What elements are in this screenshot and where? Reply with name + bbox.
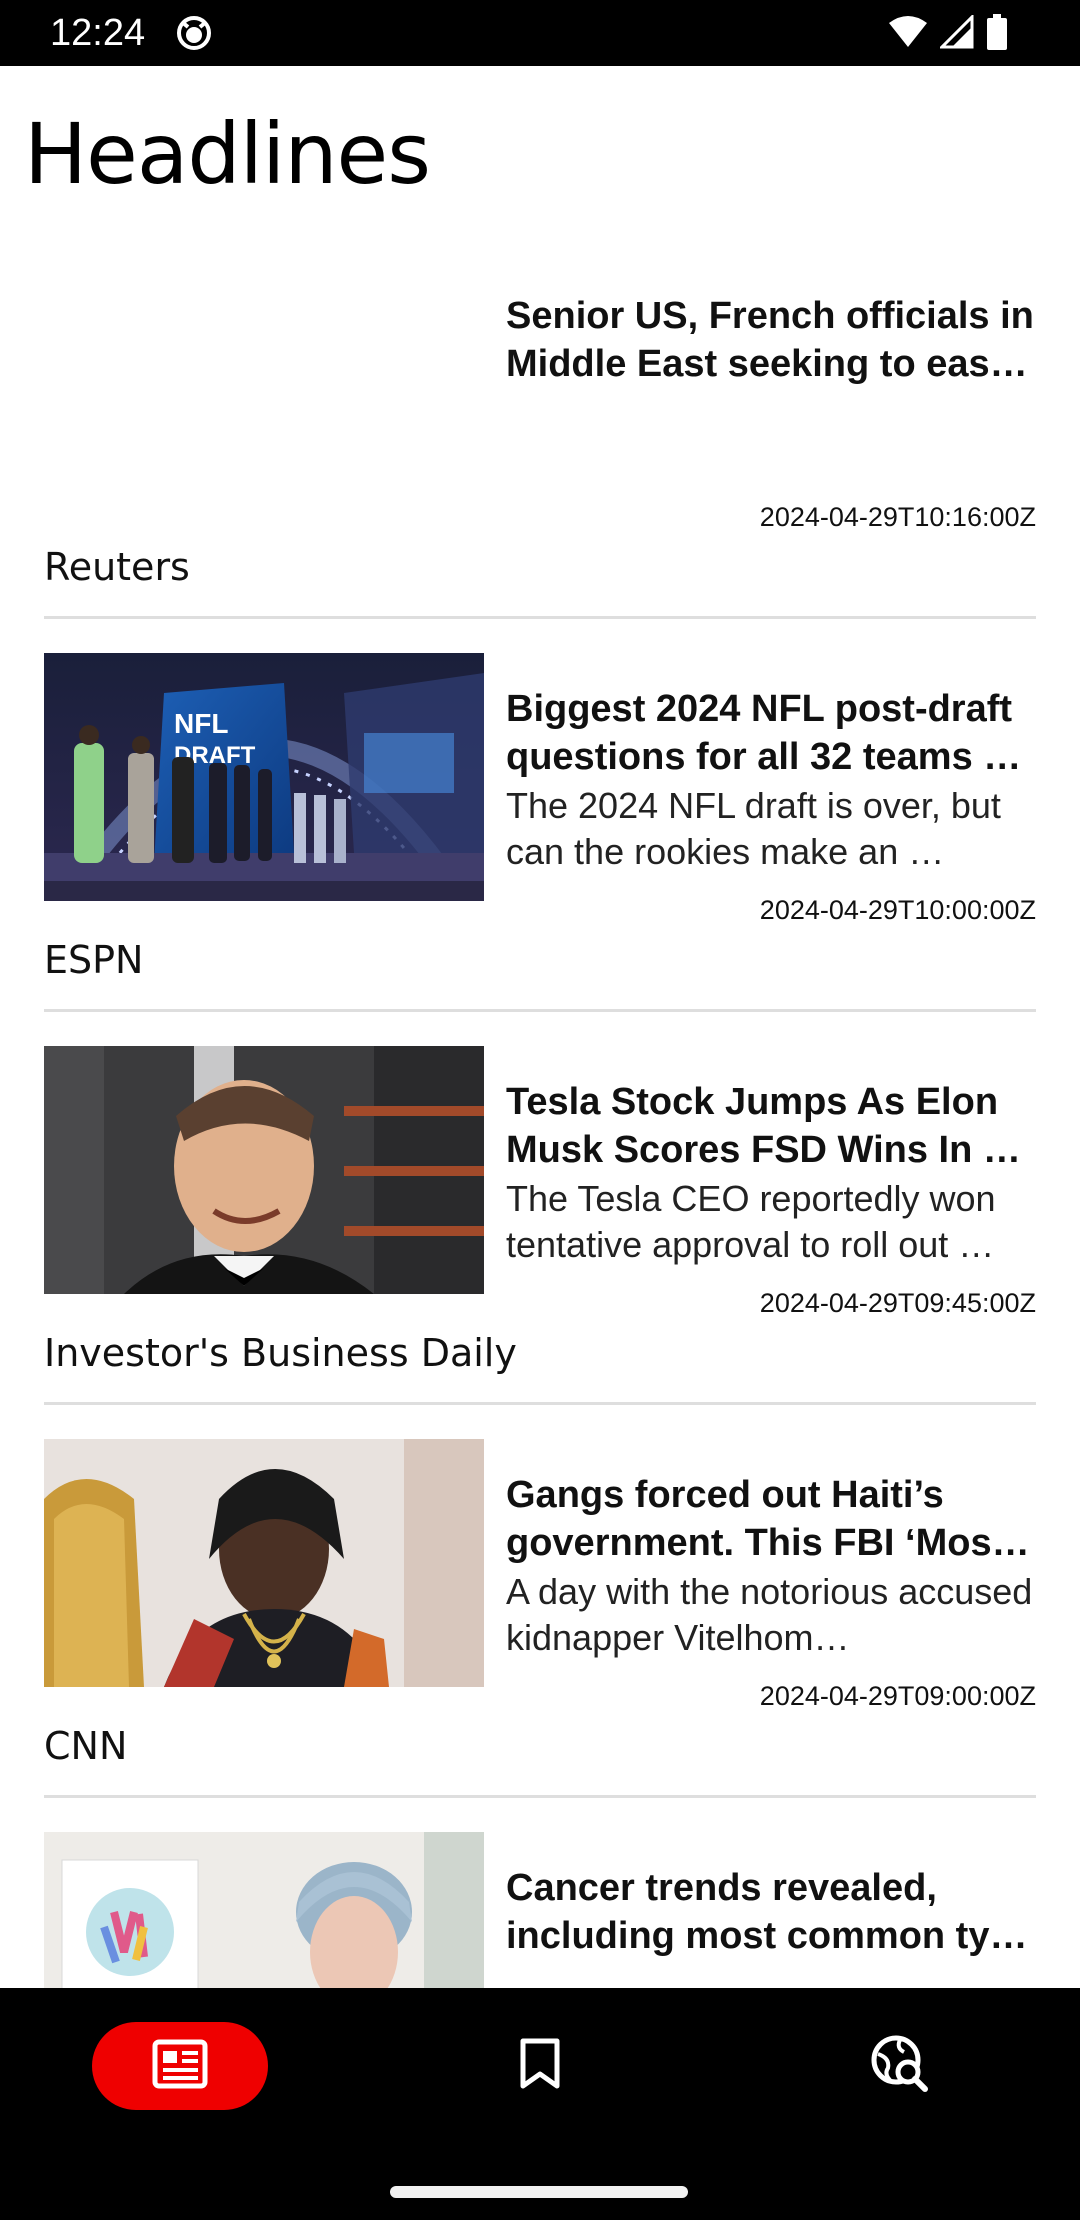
wifi-icon: [888, 15, 928, 54]
status-icons: [888, 12, 1008, 55]
article-headline[interactable]: Tesla Stock Jumps As Elon Musk Scores FS…: [506, 1078, 1036, 1174]
article-card[interactable]: Tesla Stock Jumps As Elon Musk Scores FS…: [44, 1046, 1036, 1439]
article-card[interactable]: Cancer trends revealed, including most c…: [44, 1832, 1036, 1988]
nav-headlines-button[interactable]: [92, 2022, 268, 2110]
divider: [44, 1795, 1036, 1798]
article-card[interactable]: Gangs forced out Haiti’s government. Thi…: [44, 1439, 1036, 1832]
article-thumbnail[interactable]: NFL DRAFT: [44, 653, 484, 901]
article-headline[interactable]: Cancer trends revealed, including most c…: [506, 1864, 1036, 1960]
article-thumbnail[interactable]: [44, 1832, 484, 1988]
article-summary: The Tesla CEO reportedly won tentative a…: [506, 1178, 996, 1265]
article-source: ESPN: [44, 938, 144, 982]
status-time: 12:24: [50, 12, 146, 54]
status-bar: 12:24: [0, 0, 1080, 66]
article-headline[interactable]: Senior US, French officials in Middle Ea…: [506, 292, 1036, 388]
svg-text:NFL: NFL: [174, 708, 228, 739]
divider: [44, 1402, 1036, 1405]
divider: [44, 616, 1036, 619]
nav-saved-button[interactable]: [452, 2022, 628, 2110]
cellular-signal-icon: [938, 12, 974, 54]
article-source: Investor's Business Daily: [44, 1331, 517, 1375]
newspaper-icon: [152, 2039, 208, 2094]
divider: [44, 1009, 1036, 1012]
article-headline[interactable]: Gangs forced out Haiti’s government. Thi…: [506, 1471, 1036, 1567]
globe-search-icon: [870, 2034, 930, 2099]
bookmark-icon: [518, 2037, 562, 2096]
headlines-feed[interactable]: Senior US, French officials in Middle Ea…: [0, 260, 1080, 1988]
article-card[interactable]: NFL DRAFT Biggest 2024 NFL post-draft qu…: [44, 653, 1036, 1046]
battery-icon: [986, 13, 1008, 55]
article-summary: The 2024 NFL draft is over, but can the …: [506, 785, 1001, 872]
page-title: Headlines: [24, 105, 431, 203]
article-thumbnail[interactable]: [44, 1046, 484, 1294]
article-timestamp: 2024-04-29T09:00:00Z: [759, 1681, 1036, 1711]
nav-explore-button[interactable]: [812, 2022, 988, 2110]
article-headline[interactable]: Biggest 2024 NFL post-draft questions fo…: [506, 685, 1036, 781]
article-timestamp: 2024-04-29T09:45:00Z: [759, 1288, 1036, 1318]
article-timestamp: 2024-04-29T10:00:00Z: [759, 895, 1036, 925]
article-source: CNN: [44, 1724, 128, 1768]
bottom-navigation: [0, 1988, 1080, 2220]
article-summary: A day with the notorious accused kidnapp…: [506, 1571, 1033, 1658]
article-thumbnail: [44, 260, 484, 508]
app-screen: 12:24 Headlines Senior US, French offici…: [0, 0, 1080, 2220]
home-indicator[interactable]: [390, 2186, 688, 2198]
article-source: Reuters: [44, 545, 190, 589]
app-notification-icon: [176, 14, 212, 50]
article-thumbnail[interactable]: [44, 1439, 484, 1687]
article-timestamp: 2024-04-29T10:16:00Z: [759, 502, 1036, 532]
article-card[interactable]: Senior US, French officials in Middle Ea…: [44, 260, 1036, 653]
